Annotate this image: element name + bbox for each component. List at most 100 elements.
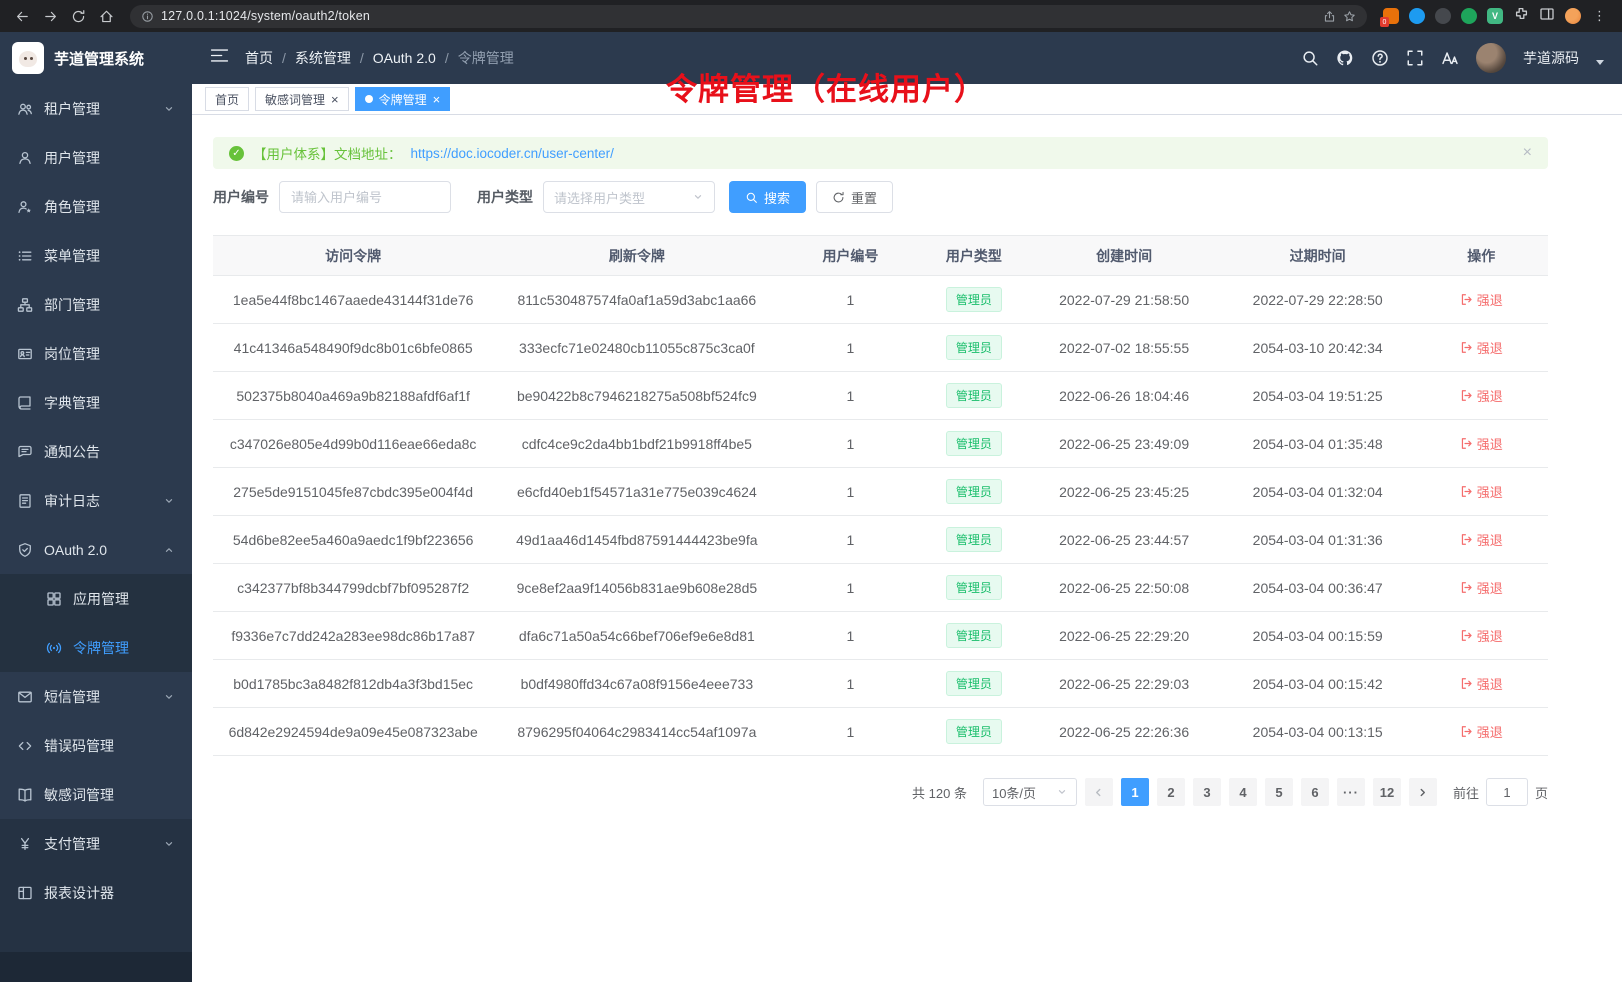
force-logout-button[interactable]: 强退 (1460, 386, 1503, 405)
user-type-badge: 管理员 (946, 287, 1002, 312)
page-button[interactable]: 4 (1229, 778, 1257, 806)
refresh-button[interactable] (66, 4, 90, 28)
sidebar-item[interactable]: 菜单管理 (0, 231, 192, 280)
sidebar-item[interactable]: 岗位管理 (0, 329, 192, 378)
fullscreen-icon[interactable] (1406, 49, 1424, 67)
search-icon[interactable] (1301, 49, 1319, 67)
sidebar-item[interactable]: 用户管理 (0, 133, 192, 182)
extensions-puzzle-button[interactable] (1513, 6, 1529, 27)
sidebar-item[interactable]: 令牌管理 (0, 623, 192, 672)
sidebar-item[interactable]: 角色管理 (0, 182, 192, 231)
next-page-button[interactable] (1409, 778, 1437, 806)
bookmark-star-icon[interactable] (1343, 10, 1356, 23)
force-logout-button[interactable]: 强退 (1460, 530, 1503, 549)
browser-menu-button[interactable]: ⋮ (1591, 8, 1608, 24)
sidebar-item-label: 审计日志 (44, 491, 152, 511)
sidebar-item[interactable]: 通知公告 (0, 427, 192, 476)
goto-label: 前往 (1453, 783, 1479, 802)
force-logout-button[interactable]: 强退 (1460, 578, 1503, 597)
tab-item[interactable]: 令牌管理× (355, 87, 451, 111)
force-logout-button[interactable]: 强退 (1460, 482, 1503, 501)
doc-alert: ✓ 【用户体系】文档地址： https://doc.iocoder.cn/use… (213, 137, 1548, 169)
force-logout-button[interactable]: 强退 (1460, 338, 1503, 357)
page-button[interactable]: 2 (1157, 778, 1185, 806)
force-logout-button[interactable]: 强退 (1460, 290, 1503, 309)
goto-page-input[interactable] (1486, 778, 1528, 806)
home-button[interactable] (94, 4, 118, 28)
chevron-down-icon[interactable] (1596, 60, 1604, 65)
browser-profile-avatar[interactable] (1565, 8, 1581, 24)
table-row: c347026e805e4d99b0d116eae66eda8ccdfc4ce9… (213, 420, 1548, 468)
user-id-cell: 1 (780, 564, 920, 612)
access-token-cell: 1ea5e44f8bc1467aaede43144f31de76 (213, 276, 493, 324)
forward-button[interactable] (38, 4, 62, 28)
tab-close-icon[interactable]: × (433, 93, 441, 106)
page-button[interactable]: 3 (1193, 778, 1221, 806)
alert-close-icon[interactable]: × (1523, 145, 1532, 161)
user-type-select[interactable]: 请选择用户类型 (543, 181, 715, 213)
page-size-select[interactable]: 10条/页 (983, 778, 1077, 806)
github-icon[interactable] (1336, 49, 1354, 67)
tab-item[interactable]: 首页 (205, 87, 249, 111)
font-size-icon[interactable] (1441, 49, 1459, 67)
sidebar-item[interactable]: 支付管理 (0, 819, 192, 868)
site-info-icon[interactable] (141, 10, 154, 23)
access-token-cell: 41c41346a548490f9dc8b01c6bfe0865 (213, 324, 493, 372)
create-time-cell: 2022-06-25 23:49:09 (1027, 420, 1221, 468)
page-button[interactable]: 1 (1121, 778, 1149, 806)
user-id-cell: 1 (780, 708, 920, 756)
table-row: 54d6be82ee5a460a9aedc1f9bf22365649d1aa46… (213, 516, 1548, 564)
user-id-cell: 1 (780, 660, 920, 708)
puzzle-icon (1513, 6, 1529, 22)
sidebar-item[interactable]: 字典管理 (0, 378, 192, 427)
tab-close-icon[interactable]: × (331, 93, 339, 106)
share-icon[interactable] (1323, 10, 1336, 23)
force-logout-button[interactable]: 强退 (1460, 626, 1503, 645)
sidebar-item[interactable]: 审计日志 (0, 476, 192, 525)
sidebar-item-label: 岗位管理 (44, 344, 175, 364)
logo-area[interactable]: 芋道管理系统 (0, 32, 192, 84)
prev-page-button[interactable] (1085, 778, 1113, 806)
user-id-input[interactable] (279, 181, 451, 213)
extension-icon[interactable] (1461, 8, 1477, 24)
forward-icon (43, 9, 58, 24)
page-button[interactable]: 12 (1373, 778, 1401, 806)
force-logout-button[interactable]: 强退 (1460, 722, 1503, 741)
reset-button[interactable]: 重置 (816, 181, 893, 213)
chevron-right-icon (1417, 787, 1428, 798)
breadcrumb-item[interactable]: OAuth 2.0 (373, 50, 436, 66)
breadcrumb-item[interactable]: 系统管理 (295, 48, 351, 68)
sidebar-item[interactable]: 报表设计器 (0, 868, 192, 917)
breadcrumb-item[interactable]: 首页 (245, 48, 273, 68)
page-more-button[interactable]: ··· (1337, 778, 1365, 806)
sidebar-item[interactable]: OAuth 2.0 (0, 525, 192, 574)
menu-icon (17, 248, 33, 264)
create-time-cell: 2022-06-25 22:50:08 (1027, 564, 1221, 612)
vue-devtools-icon[interactable]: V (1487, 8, 1503, 24)
user-avatar[interactable] (1476, 43, 1506, 73)
address-bar[interactable]: 127.0.0.1:1024/system/oauth2/token (130, 5, 1367, 28)
force-logout-button[interactable]: 强退 (1460, 674, 1503, 693)
refresh-token-cell: 8796295f04064c2983414cc54af1097a (493, 708, 780, 756)
alert-doc-link[interactable]: https://doc.iocoder.cn/user-center/ (411, 146, 614, 161)
back-button[interactable] (10, 4, 34, 28)
extension-icon[interactable] (1435, 8, 1451, 24)
sidebar-collapse-button[interactable] (210, 47, 229, 69)
extension-icon[interactable]: 0 (1383, 8, 1399, 24)
sidebar-item[interactable]: 敏感词管理 (0, 770, 192, 819)
sidebar-item[interactable]: 部门管理 (0, 280, 192, 329)
help-icon[interactable] (1371, 49, 1389, 67)
side-panel-button[interactable] (1539, 6, 1555, 27)
force-logout-label: 强退 (1477, 578, 1503, 597)
sidebar-item[interactable]: 租户管理 (0, 84, 192, 133)
force-logout-button[interactable]: 强退 (1460, 434, 1503, 453)
sidebar-item[interactable]: 应用管理 (0, 574, 192, 623)
page-button[interactable]: 5 (1265, 778, 1293, 806)
sidebar-item[interactable]: 错误码管理 (0, 721, 192, 770)
sidebar-item-label: 用户管理 (44, 148, 175, 168)
page-button[interactable]: 6 (1301, 778, 1329, 806)
sidebar-item[interactable]: 短信管理 (0, 672, 192, 721)
tab-item[interactable]: 敏感词管理× (255, 87, 349, 111)
extension-icon[interactable] (1409, 8, 1425, 24)
search-button[interactable]: 搜索 (729, 181, 806, 213)
